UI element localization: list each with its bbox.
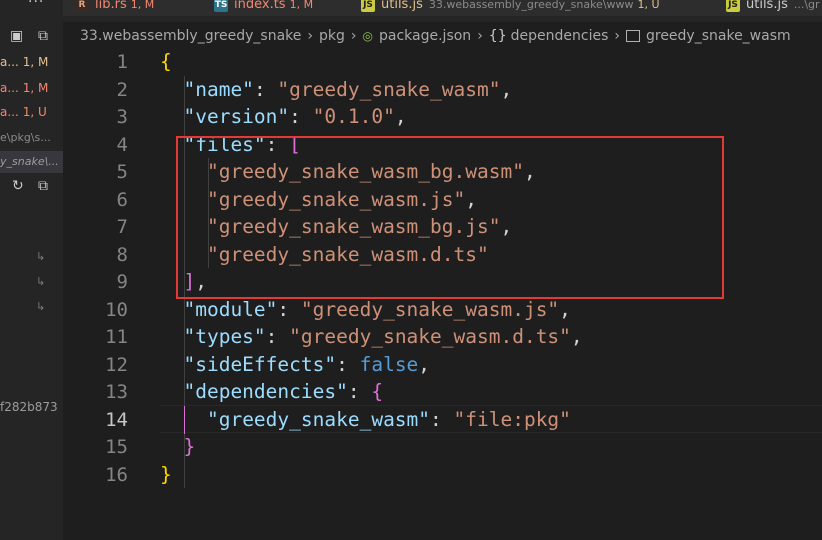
code-line-2: "name": "greedy_snake_wasm", [183, 78, 513, 101]
breadcrumb-item-folder[interactable]: 33.webassembly_greedy_snake [80, 28, 301, 44]
line-number-active: 14 [105, 409, 128, 431]
line-number: 10 [105, 299, 128, 321]
line-number: 11 [105, 326, 128, 348]
line-number: 9 [116, 271, 128, 293]
breadcrumb-item-dependencies[interactable]: dependencies [511, 28, 609, 44]
object-symbol-icon: {} [488, 28, 507, 44]
collapse-icon[interactable]: ⧉ [38, 178, 48, 194]
javascript-icon: JS [361, 0, 375, 12]
line-number: 16 [105, 464, 128, 486]
tab-utils-js[interactable]: JS utils.js ...\gr [708, 0, 822, 16]
chevron-right-icon: › [477, 28, 483, 44]
editor-tabs: Rlib.rs 1, M TS index.ts 1, M JS utils.js 33.… [63, 0, 822, 22]
chevron-right-icon: › [614, 28, 620, 44]
code-line-15: } [183, 435, 196, 458]
breadcrumb-item-key[interactable]: greedy_snake_wasm [646, 28, 791, 44]
tab-index-ts[interactable]: TS index.ts 1, M [200, 0, 359, 16]
code-line-1: { [160, 50, 172, 73]
file-path-item[interactable]: e\pkg\s... [0, 127, 63, 149]
code-editor[interactable]: 1 2 3 4 5 6 7 8 9 10 11 12 13 14 15 16 {… [63, 48, 822, 540]
rust-icon: R [75, 0, 89, 12]
breadcrumb-item-pkg[interactable]: pkg [319, 28, 345, 44]
breadcrumb: 33.webassembly_greedy_snake › pkg › ◎ package… [63, 25, 822, 47]
javascript-icon: JS [726, 0, 740, 12]
more-actions-icon[interactable]: ··· [28, 0, 44, 10]
commit-hash: f282b873 [0, 400, 58, 414]
chevron-right-icon: › [307, 28, 314, 44]
code-line-10: "module": "greedy_snake_wasm.js", [183, 298, 571, 321]
chevron-right-icon: › [350, 28, 357, 44]
line-number: 6 [116, 189, 128, 211]
refresh-icon[interactable]: ↻ [12, 178, 24, 194]
file-path-item-selected[interactable]: y_snake\... [0, 151, 63, 173]
collapse-all-icon[interactable]: ⧉ [38, 28, 48, 44]
line-number: 5 [116, 161, 128, 183]
line-number: 1 [116, 51, 128, 73]
new-file-icon[interactable]: ▣ [10, 28, 23, 44]
typescript-icon: TS [214, 0, 228, 12]
line-number: 12 [105, 354, 128, 376]
changed-file-item[interactable]: a... 1, M [0, 77, 63, 99]
string-symbol-icon [625, 30, 640, 42]
code-line-12: "sideEffects": false, [183, 353, 431, 376]
code-line-13: "dependencies": { [183, 380, 384, 403]
nested-arrow-icon: ↳ [36, 250, 46, 263]
line-number: 3 [116, 106, 128, 128]
tab-utils-js-www[interactable]: JS utils.js 33.webassembly_greedy_snake\ww… [345, 0, 724, 16]
line-number: 13 [105, 381, 128, 403]
line-number: 7 [116, 216, 128, 238]
highlight-box [176, 136, 724, 299]
explorer-sidebar: ··· ▣ ⧉ a... 1, M a... 1, M a... 1, U e\pkg… [0, 0, 63, 540]
code-line-3: "version": "0.1.0", [183, 105, 407, 128]
line-number: 4 [116, 134, 128, 156]
line-number: 2 [116, 79, 128, 101]
nested-arrow-icon: ↳ [36, 275, 46, 288]
breadcrumb-item-file[interactable]: package.json [379, 28, 471, 44]
tab-lib-rs[interactable]: Rlib.rs 1, M [63, 0, 212, 16]
changed-file-item[interactable]: a... 1, M [0, 51, 63, 73]
nested-arrow-icon: ↳ [36, 300, 46, 313]
code-line-16: } [160, 463, 172, 486]
changed-file-item[interactable]: a... 1, U [0, 101, 63, 123]
code-line-14: "greedy_snake_wasm": "file:pkg" [206, 408, 571, 431]
json-file-icon: ◎ [362, 29, 373, 43]
line-number: 15 [105, 436, 128, 458]
line-number: 8 [116, 244, 128, 266]
code-line-11: "types": "greedy_snake_wasm.d.ts", [183, 325, 583, 348]
